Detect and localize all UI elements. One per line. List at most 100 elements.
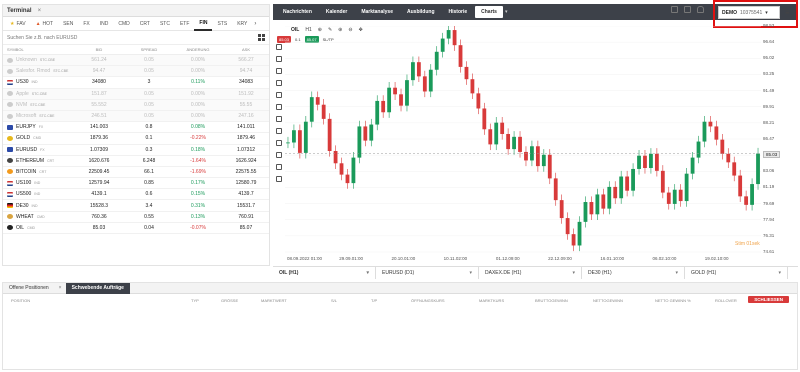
- category-tab-fin[interactable]: FIN: [194, 17, 213, 31]
- bell-icon[interactable]: [697, 6, 704, 13]
- col-bid[interactable]: BID: [73, 47, 125, 52]
- symbol-name: EURUSD: [16, 146, 38, 153]
- drawing-toolbar: [273, 40, 285, 240]
- line-tool-icon[interactable]: [276, 56, 282, 62]
- market-row[interactable]: GOLD CMD 1879.36 0.1 -0.22% 1879.46: [3, 133, 269, 145]
- chevron-down-icon[interactable]: ▾: [675, 270, 678, 276]
- close-icon[interactable]: ×: [38, 8, 42, 14]
- positions-col[interactable]: MARKTWERT: [261, 298, 331, 303]
- positions-col[interactable]: POSITION: [11, 298, 191, 303]
- category-tab-hot[interactable]: ▲ HOT: [31, 17, 59, 31]
- category-label: HOT: [42, 20, 54, 27]
- col-ask[interactable]: ASK: [223, 47, 269, 52]
- layers-icon[interactable]: [276, 164, 282, 170]
- category-tab-etf[interactable]: ETF: [175, 17, 194, 31]
- grid-view-icon[interactable]: [258, 34, 265, 41]
- market-row[interactable]: Microsoft STC.CBE 246.51 0.05 0.00% 247.16: [3, 110, 269, 123]
- category-tab-fav[interactable]: ★ FAV: [5, 17, 31, 31]
- text-tool-icon[interactable]: [276, 92, 282, 98]
- positions-col[interactable]: GRÖSSE: [221, 298, 261, 303]
- category-tab-sen[interactable]: SEN: [58, 17, 78, 31]
- market-row[interactable]: EURUSD FX 1.07309 0.3 0.18% 1.07312: [3, 145, 269, 156]
- instrument-tab[interactable]: OIL (H1) ▾: [273, 267, 376, 279]
- window-icon[interactable]: [684, 6, 691, 13]
- positions-col[interactable]: TYP: [191, 298, 221, 303]
- chevron-down-icon[interactable]: ▾: [778, 270, 781, 276]
- market-change: 0.17%: [190, 180, 206, 187]
- market-symbol: WHEAT CMD: [3, 214, 73, 220]
- trash-icon[interactable]: [276, 152, 282, 158]
- chevron-down-icon[interactable]: ▾: [469, 270, 472, 276]
- col-spread[interactable]: SPREAD: [125, 47, 173, 52]
- tab-ausbildung[interactable]: Ausbildung: [401, 6, 441, 18]
- market-row[interactable]: EURJPY FX 141.003 0.8 0.08% 141.011: [3, 122, 269, 134]
- market-row[interactable]: NVM STC.CBE 55.552 0.05 0.00% 55.55: [3, 99, 269, 111]
- market-ask: 55.55: [239, 101, 253, 108]
- tab-pending-orders[interactable]: Schwebende Aufträge: [65, 282, 130, 294]
- instrument-tab[interactable]: GOLD (H1) ▾: [685, 267, 788, 279]
- market-row[interactable]: Unknown STC.CBE 561.24 0.05 0.00% 566.27: [3, 55, 269, 67]
- instrument-icon: [7, 169, 13, 175]
- market-row[interactable]: US100 IND 12579.94 0.85 0.17% 12580.79: [3, 178, 269, 190]
- category-tab-sts[interactable]: STS: [212, 17, 232, 31]
- tab-open-positions[interactable]: Offene Positionen: [3, 283, 55, 294]
- account-selector[interactable]: DEMO 10375541 ▾: [718, 6, 780, 19]
- positions-col[interactable]: NETTOGEWINN: [593, 298, 655, 303]
- category-tab-crt[interactable]: CRT: [135, 17, 155, 31]
- positions-col[interactable]: S/L: [331, 298, 371, 303]
- search-input[interactable]: Suchen Sie z.B. nach EURUSD: [7, 35, 258, 41]
- market-row[interactable]: US500 IND 4139.1 0.6 0.15% 4139.7: [3, 189, 269, 201]
- instrument-tab[interactable]: EURUSD (D1) ▾: [376, 267, 479, 279]
- chevron-down-icon[interactable]: ▾: [505, 9, 508, 15]
- chevron-down-icon[interactable]: ▾: [366, 270, 369, 276]
- market-row[interactable]: Salesfor. Rmod STC.CBE 94.47 0.05 0.00% 94.74: [3, 66, 269, 78]
- chevron-down-icon[interactable]: ▾: [572, 270, 575, 276]
- category-tab-cmd[interactable]: CMD: [113, 17, 134, 31]
- category-tab-kry[interactable]: KRY: [232, 17, 252, 31]
- market-row[interactable]: OIL CMD 85.03 0.04 -0.07% 85.07: [3, 223, 269, 234]
- terminal-title[interactable]: Terminal: [7, 8, 32, 14]
- positions-col[interactable]: BRUTTOGEWINN: [535, 298, 593, 303]
- positions-col[interactable]: MARKTKURS: [479, 298, 535, 303]
- cursor-icon[interactable]: [276, 44, 282, 50]
- market-spread: 0.8: [145, 124, 153, 131]
- market-spread: 0.85: [144, 180, 154, 187]
- positions-col[interactable]: NETTO GEWINN %: [655, 298, 715, 303]
- category-tab-stc[interactable]: STC: [155, 17, 175, 31]
- menu-icon[interactable]: ≡: [785, 8, 790, 17]
- magnet-icon[interactable]: [276, 116, 282, 122]
- visibility-icon[interactable]: [276, 140, 282, 146]
- market-symbol: US500 IND: [3, 191, 73, 197]
- col-change[interactable]: ÄNDERUNG: [173, 47, 223, 52]
- category-tab-ind[interactable]: IND: [95, 17, 114, 31]
- market-row[interactable]: DE30 IND 15528.3 3.4 0.31% 15531.7: [3, 200, 269, 212]
- market-row[interactable]: BITCOIN CRT 22509.45 66.1 -1.69% 22575.55: [3, 167, 269, 179]
- positions-col[interactable]: ÖFFNUNGSKURS: [411, 298, 479, 303]
- chevron-right-icon[interactable]: ›: [252, 21, 258, 27]
- tab-marktanalyse[interactable]: Marktanalyse: [355, 6, 399, 18]
- candle-body: [333, 150, 338, 164]
- market-row[interactable]: WHEAT CMD 760.36 0.55 0.13% 760.91: [3, 212, 269, 223]
- instrument-tab[interactable]: DE30 (H1) ▾: [582, 267, 685, 279]
- positions-col[interactable]: T/P: [371, 298, 411, 303]
- share-icon[interactable]: [276, 176, 282, 182]
- instrument-tab[interactable]: DAXEX.DE (H1) ▾: [479, 267, 582, 279]
- fib-tool-icon[interactable]: [276, 68, 282, 74]
- tab-charts[interactable]: Charts: [475, 6, 503, 18]
- tab-historie[interactable]: Historie: [443, 6, 474, 18]
- market-row[interactable]: US30 IND 34080 3 0.11% 34083: [3, 77, 269, 89]
- market-row[interactable]: ETHEREUM CRT 1620.676 6.248 -1.64% 1626.924: [3, 156, 269, 167]
- price-chart[interactable]: [285, 26, 761, 266]
- shape-tool-icon[interactable]: [276, 80, 282, 86]
- measure-tool-icon[interactable]: [276, 104, 282, 110]
- lock-icon[interactable]: [276, 128, 282, 134]
- close-icon[interactable]: ×: [55, 285, 66, 291]
- col-symbol[interactable]: SYMBOL: [3, 47, 73, 52]
- close-all-button[interactable]: SCHLIESSEN: [748, 296, 789, 303]
- category-tab-fx[interactable]: FX: [78, 17, 94, 31]
- symbol-name: EURJPY: [16, 124, 36, 131]
- layout-icon[interactable]: [671, 6, 678, 13]
- tab-nachrichten[interactable]: Nachrichten: [277, 6, 318, 18]
- market-row[interactable]: Apple STC.CBE 151.87 0.05 0.00% 151.92: [3, 88, 269, 100]
- tab-kalender[interactable]: Kalender: [320, 6, 353, 18]
